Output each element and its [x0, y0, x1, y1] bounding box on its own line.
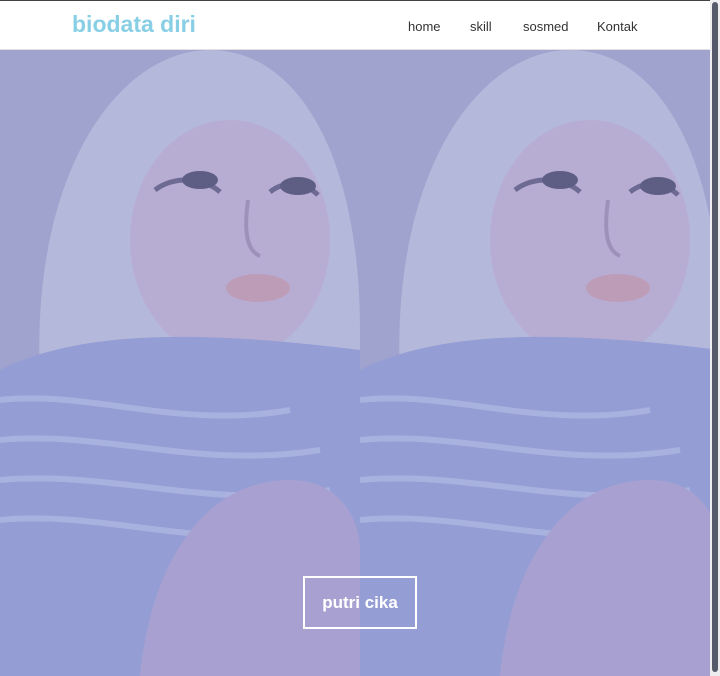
- nav-link-home[interactable]: home: [408, 19, 441, 34]
- nav-link-kontak[interactable]: Kontak: [597, 19, 637, 34]
- page-scrollbar[interactable]: [710, 0, 720, 676]
- nav-link-sosmed[interactable]: sosmed: [523, 19, 569, 34]
- scrollbar-thumb[interactable]: [712, 2, 718, 672]
- hero-section: putri cika: [0, 50, 710, 676]
- brand-title[interactable]: biodata diri: [72, 11, 196, 38]
- hero-name-button[interactable]: putri cika: [303, 576, 417, 629]
- navbar: biodata diri home skill sosmed Kontak: [0, 0, 710, 50]
- nav-link-skill[interactable]: skill: [470, 19, 492, 34]
